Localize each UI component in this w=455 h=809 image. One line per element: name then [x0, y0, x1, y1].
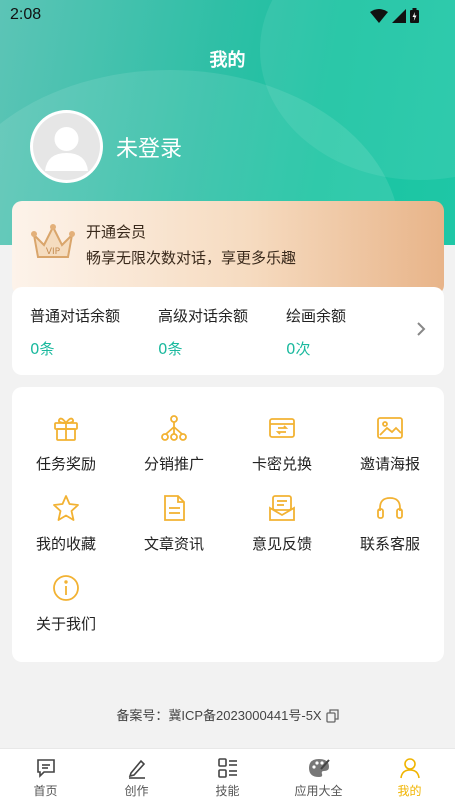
image-icon — [377, 417, 403, 439]
bottom-tab-bar: 首页 创作 技能 应用大全 我的 — [0, 748, 455, 809]
tab-apps[interactable]: 应用大全 — [273, 749, 364, 809]
tab-label: 首页 — [33, 784, 58, 798]
balance-card[interactable]: 普通对话余额 0条 高级对话余额 0条 绘画余额 0次 — [12, 287, 444, 375]
menu-label: 意见反馈 — [251, 535, 312, 553]
menu-label: 关于我们 — [35, 615, 96, 633]
menu-card-exchange[interactable]: 卡密兑换 — [228, 411, 336, 474]
document-icon — [164, 495, 185, 521]
crown-icon: VIP — [31, 224, 75, 258]
icp-record: 备案号：冀ICP备2023000441号-5X — [0, 705, 455, 724]
menu-favorites[interactable]: 我的收藏 — [12, 491, 120, 554]
status-time: 2:08 — [10, 6, 42, 23]
info-icon — [53, 575, 79, 601]
edit-icon — [128, 759, 145, 779]
menu-label: 联系客服 — [359, 535, 420, 553]
tab-mine[interactable]: 我的 — [364, 749, 455, 809]
chat-icon — [36, 759, 55, 778]
balance-label: 绘画余额 — [286, 307, 347, 325]
menu-label: 任务奖励 — [35, 455, 96, 473]
balance-normal: 普通对话余额 0条 — [30, 305, 120, 359]
user-silhouette-icon — [45, 127, 88, 171]
menu-label: 卡密兑换 — [251, 455, 312, 473]
menu-label: 文章资讯 — [143, 535, 204, 553]
icp-text: 备案号：冀ICP备2023000441号-5X — [116, 708, 322, 723]
balance-value: 0条 — [158, 340, 183, 358]
copy-icon[interactable] — [325, 709, 339, 723]
balance-drawing: 绘画余额 0次 — [286, 305, 346, 359]
menu-label: 我的收藏 — [35, 535, 96, 553]
palette-icon — [308, 759, 330, 777]
avatar[interactable] — [30, 110, 103, 183]
menu-task-rewards[interactable]: 任务奖励 — [12, 411, 120, 474]
tab-home[interactable]: 首页 — [0, 749, 91, 809]
feature-grid: 任务奖励 分销推广 卡密兑换 邀请海报 我的收藏 文章资讯 意见反馈 联系客服 … — [12, 387, 444, 662]
tab-label: 技能 — [215, 784, 240, 798]
balance-label: 普通对话余额 — [30, 307, 121, 325]
tab-create[interactable]: 创作 — [91, 749, 182, 809]
menu-customer-service[interactable]: 联系客服 — [336, 491, 444, 554]
menu-invite-poster[interactable]: 邀请海报 — [336, 411, 444, 474]
balance-value: 0次 — [286, 340, 311, 358]
gift-icon — [54, 417, 78, 441]
signal-icon — [392, 8, 406, 23]
star-icon — [53, 495, 79, 521]
page-title: 我的 — [209, 50, 246, 71]
menu-articles[interactable]: 文章资讯 — [120, 491, 228, 554]
share-tree-icon — [161, 415, 187, 441]
login-status[interactable]: 未登录 — [116, 131, 182, 163]
menu-feedback[interactable]: 意见反馈 — [228, 491, 336, 554]
tab-label: 我的 — [397, 784, 422, 798]
menu-label: 邀请海报 — [359, 455, 420, 473]
menu-about-us[interactable]: 关于我们 — [12, 571, 120, 634]
crown-label: VIP — [46, 247, 61, 257]
menu-distribution[interactable]: 分销推广 — [120, 411, 228, 474]
card-exchange-icon — [269, 418, 295, 438]
vip-banner[interactable]: VIP 开通会员 畅享无限次数对话，享更多乐趣 — [12, 201, 444, 295]
status-bar: 2:08 — [0, 0, 455, 32]
battery-icon — [410, 8, 419, 23]
feedback-icon — [269, 495, 295, 521]
tab-label: 创作 — [124, 784, 149, 798]
vip-subtitle: 畅享无限次数对话，享更多乐趣 — [86, 249, 297, 267]
balance-advanced: 高级对话余额 0条 — [158, 305, 248, 359]
vip-title: 开通会员 — [86, 223, 147, 241]
tab-skills[interactable]: 技能 — [182, 749, 273, 809]
user-icon — [399, 758, 420, 779]
balance-label: 高级对话余额 — [158, 307, 249, 325]
wifi-icon — [370, 8, 388, 23]
chevron-right-icon[interactable] — [416, 321, 426, 337]
headset-icon — [377, 497, 403, 519]
balance-value: 0条 — [30, 340, 55, 358]
menu-label: 分销推广 — [143, 455, 204, 473]
tab-label: 应用大全 — [294, 784, 343, 798]
apps-list-icon — [217, 758, 237, 778]
